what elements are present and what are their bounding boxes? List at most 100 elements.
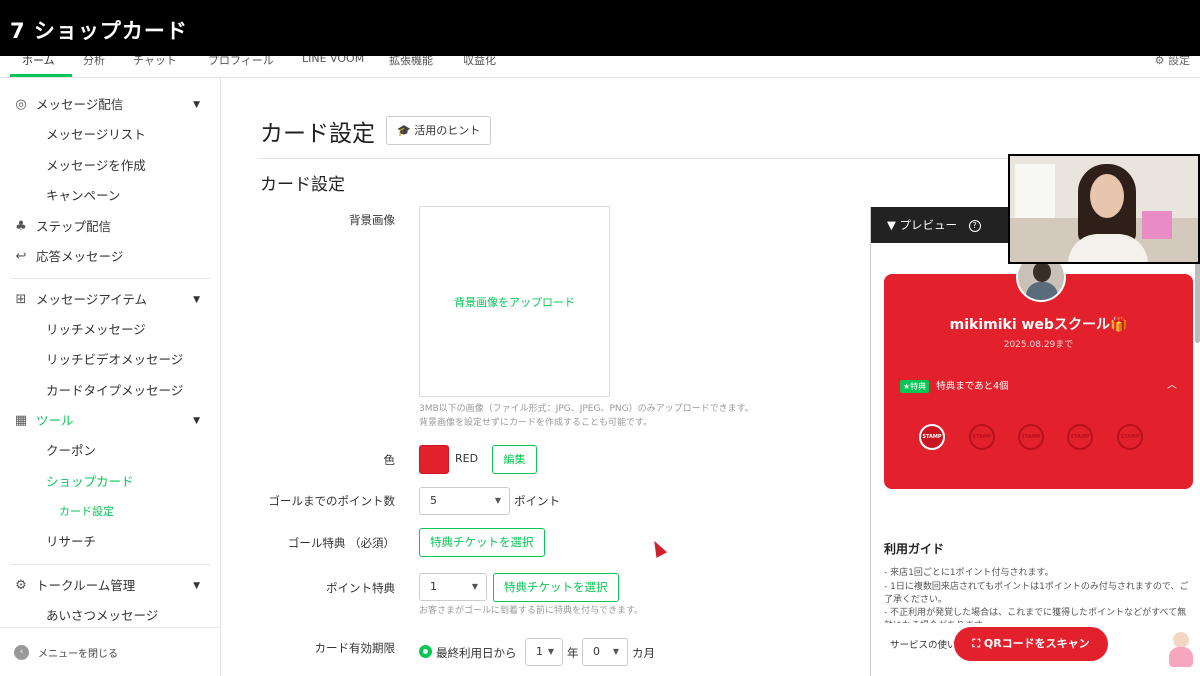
goal-points-label: ゴールまでのポイント数 bbox=[268, 494, 396, 508]
usage-guide-title: 利用ガイド bbox=[884, 542, 945, 556]
preview-title: プレビュー bbox=[899, 218, 958, 232]
close-menu-button[interactable]: ‹ メニューを閉じる bbox=[0, 627, 221, 676]
select-point-ticket-button[interactable]: 特典チケットを選択 bbox=[493, 573, 619, 602]
sidebar-item-shop-card[interactable]: ショップカード bbox=[0, 467, 220, 498]
sidebar-item-card-settings[interactable]: カード設定 bbox=[0, 497, 220, 527]
caret-down-icon: ▼ bbox=[887, 218, 896, 232]
expiry-label: カード有効期限 bbox=[314, 641, 396, 655]
point-benefit-help: お客さまがゴールに到着する前に特典を付与できます。 bbox=[419, 606, 644, 616]
caret-down-icon: ▼ bbox=[193, 100, 200, 110]
point-benefit-value: 1 bbox=[430, 580, 437, 593]
tab-extensions[interactable]: 拡張機能 bbox=[389, 56, 433, 68]
sidebar-item-step-delivery[interactable]: ♣ ステップ配信 bbox=[0, 212, 220, 242]
qr-scan-icon: ⛶ bbox=[972, 637, 981, 650]
sidebar-item-research[interactable]: リサーチ bbox=[0, 527, 220, 558]
sidebar-item-rich-video[interactable]: リッチビデオメッセージ bbox=[0, 345, 220, 376]
stamp-icon: STAMP bbox=[1067, 424, 1093, 450]
month-unit: カ月 bbox=[632, 646, 655, 660]
chevron-down-icon: ▼ bbox=[612, 647, 619, 656]
expiry-months-select[interactable]: 0 ▼ bbox=[582, 638, 628, 666]
hint-button-label: 活用のヒント bbox=[414, 124, 481, 137]
sidebar-item-card-type[interactable]: カードタイプメッセージ bbox=[0, 376, 220, 407]
sidebar-item-auto-reply[interactable]: ↩ 応答メッセージ bbox=[0, 242, 220, 272]
tab-monetize[interactable]: 収益化 bbox=[463, 56, 496, 68]
sidebar: ◎ メッセージ配信 ▼ メッセージリスト メッセージを作成 キャンペーン ♣ ス… bbox=[0, 78, 221, 676]
tab-home[interactable]: ホーム bbox=[22, 56, 55, 68]
chevron-down-icon: ▼ bbox=[547, 647, 554, 656]
card-title: mikimiki webスクール🎁 bbox=[949, 317, 1128, 333]
color-swatch[interactable] bbox=[419, 445, 449, 474]
plus-box-icon: ⊞ bbox=[15, 291, 27, 307]
settings-link[interactable]: ⚙ 設定 bbox=[1155, 56, 1190, 68]
expiry-radio[interactable] bbox=[419, 645, 432, 658]
sidebar-item-coupon[interactable]: クーポン bbox=[0, 436, 220, 467]
close-menu-label: メニューを閉じる bbox=[38, 649, 118, 660]
graduation-cap-icon: 🎓 bbox=[397, 124, 411, 137]
tab-chat[interactable]: チャット bbox=[133, 56, 177, 68]
color-label: 色 bbox=[383, 453, 396, 467]
goal-points-select[interactable]: 5 ▼ bbox=[419, 487, 510, 515]
upload-label: 背景画像をアップロード bbox=[454, 295, 575, 309]
sidebar-item-message-list[interactable]: メッセージリスト bbox=[0, 120, 220, 151]
broadcast-icon: ◎ bbox=[15, 97, 27, 112]
help-icon[interactable]: ? bbox=[968, 219, 981, 232]
tab-profile[interactable]: プロフィール bbox=[208, 56, 274, 68]
usage-hint-button[interactable]: 🎓 活用のヒント bbox=[386, 116, 492, 145]
point-benefit-select[interactable]: 1 ▼ bbox=[419, 573, 487, 601]
sidebar-group-label: ツール bbox=[36, 413, 74, 428]
sidebar-group-label: 応答メッセージ bbox=[36, 248, 124, 264]
sidebar-group-label: メッセージアイテム bbox=[36, 291, 148, 307]
tab-line-voom[interactable]: LINE VOOM bbox=[302, 56, 364, 65]
chevron-down-icon: ▼ bbox=[471, 582, 478, 591]
sidebar-item-campaign[interactable]: キャンペーン bbox=[0, 181, 220, 212]
hierarchy-icon: ♣ bbox=[15, 218, 27, 234]
scan-qr-button[interactable]: ⛶ QRコードをスキャン bbox=[954, 627, 1108, 661]
guide-line-1: - 来店1回ごとに1ポイント付与されます。 bbox=[884, 568, 1054, 578]
sidebar-group-label: メッセージ配信 bbox=[36, 97, 124, 112]
sidebar-group-message-delivery[interactable]: ◎ メッセージ配信 ▼ bbox=[0, 90, 220, 120]
sidebar-group-message-items[interactable]: ⊞ メッセージアイテム ▼ bbox=[0, 285, 220, 315]
goal-points-value: 5 bbox=[430, 494, 437, 507]
caret-down-icon: ▼ bbox=[193, 416, 200, 426]
reply-icon: ↩ bbox=[15, 248, 27, 264]
color-name: RED bbox=[455, 452, 479, 465]
video-title: 7 ショップカード bbox=[0, 0, 1200, 56]
select-goal-ticket-button[interactable]: 特典チケットを選択 bbox=[419, 528, 545, 557]
sidebar-group-talk-room[interactable]: ⚙ トークルーム管理 ▼ bbox=[0, 571, 220, 601]
top-nav: ホーム 分析 チャット プロフィール LINE VOOM 拡張機能 収益化 ⚙ … bbox=[0, 56, 1200, 78]
expiry-months-value: 0 bbox=[593, 645, 600, 658]
sidebar-item-rich-message[interactable]: リッチメッセージ bbox=[0, 315, 220, 346]
chevron-down-icon: ▼ bbox=[494, 496, 501, 505]
edit-color-button[interactable]: 編集 bbox=[492, 445, 537, 474]
card-benefit-row: ★特典 特典まであと4個 bbox=[900, 378, 1009, 393]
stamp-icon: STAMP bbox=[969, 424, 995, 450]
expiry-years-select[interactable]: 1 ▼ bbox=[525, 638, 563, 666]
card-date: 2025.08.29まで bbox=[1003, 340, 1074, 350]
sidebar-group-tools[interactable]: ▦ ツール ▼ bbox=[0, 406, 220, 436]
active-tab-indicator bbox=[10, 74, 72, 77]
sidebar-item-create-message[interactable]: メッセージを作成 bbox=[0, 151, 220, 182]
sidebar-group-label: ステップ配信 bbox=[36, 218, 112, 234]
sidebar-divider bbox=[10, 563, 210, 565]
settings-label: 設定 bbox=[1168, 56, 1190, 67]
mascot-icon bbox=[1166, 632, 1196, 670]
point-benefit-label: ポイント特典 bbox=[326, 581, 395, 595]
sidebar-group-label: トークルーム管理 bbox=[36, 577, 136, 593]
chevron-left-icon: ‹ bbox=[14, 645, 29, 660]
background-upload-area[interactable]: 背景画像をアップロード bbox=[419, 206, 610, 397]
caret-down-icon: ▼ bbox=[193, 294, 200, 305]
chevron-up-icon[interactable]: ︿ bbox=[1167, 376, 1177, 391]
shop-card-preview: mikimiki webスクール🎁 2025.08.29まで ★特典 特典まであ… bbox=[884, 252, 1193, 489]
tab-analytics[interactable]: 分析 bbox=[83, 56, 105, 68]
expiry-years-value: 1 bbox=[536, 645, 543, 658]
stamp-icon: STAMP bbox=[1018, 424, 1044, 450]
webcam-overlay bbox=[1008, 154, 1200, 264]
service-usage-link[interactable]: サービスの使い bbox=[890, 637, 957, 651]
stamp-row: STAMP STAMP STAMP STAMP STAMP bbox=[914, 424, 1164, 454]
qr-button-label: QRコードをスキャン bbox=[983, 637, 1090, 650]
benefit-badge: ★特典 bbox=[900, 380, 930, 393]
title-divider bbox=[258, 158, 1038, 159]
page-title: カード設定 bbox=[260, 121, 375, 147]
guide-line-3: - 不正利用が発覚した場合は、これまでに獲得したポイントなどがすべて無効になる場… bbox=[884, 608, 1187, 623]
background-label: 背景画像 bbox=[349, 213, 395, 227]
